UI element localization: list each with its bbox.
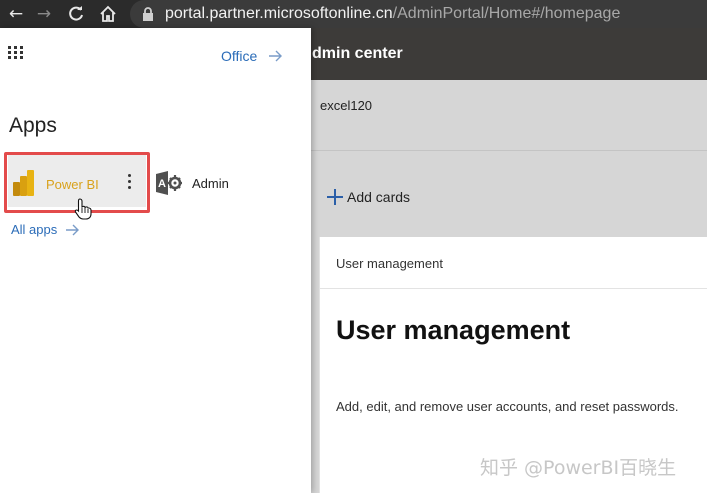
- card-header: User management: [336, 256, 443, 271]
- card-divider: [320, 288, 707, 289]
- app-label-power-bi: Power BI: [46, 177, 99, 192]
- org-name: excel120: [320, 98, 373, 113]
- arrow-right-icon: [269, 50, 283, 62]
- svg-text:A: A: [158, 178, 166, 190]
- all-apps-label: All apps: [11, 222, 58, 237]
- reload-icon[interactable]: [64, 3, 88, 25]
- app-launcher-panel: Office Apps Power BI A Admin All apps: [0, 28, 311, 493]
- lock-icon: [143, 7, 153, 21]
- back-arrow-icon[interactable]: ←: [4, 3, 28, 25]
- home-icon[interactable]: [96, 3, 120, 25]
- hand-cursor-icon: [74, 198, 92, 220]
- waffle-icon[interactable]: [8, 46, 24, 60]
- power-bi-icon: [13, 170, 34, 196]
- browser-toolbar: ← → portal.partner.microsoftonline.cn/Ad…: [0, 0, 707, 28]
- watermark: 知乎 @PowerBI百晓生: [480, 457, 677, 479]
- card-description: Add, edit, and remove user accounts, and…: [336, 399, 679, 414]
- all-apps-link[interactable]: All apps: [11, 222, 80, 237]
- admin-gear-icon: A: [156, 171, 182, 195]
- url-text[interactable]: portal.partner.microsoftonline.cn/AdminP…: [165, 3, 620, 25]
- more-options-icon[interactable]: [127, 173, 133, 191]
- divider: [311, 150, 707, 151]
- forward-arrow-icon[interactable]: →: [32, 3, 56, 25]
- office-link-label: Office: [221, 48, 258, 64]
- office-link[interactable]: Office: [221, 48, 283, 64]
- app-tile-admin[interactable]: A Admin: [156, 171, 229, 195]
- add-cards-label: Add cards: [347, 189, 411, 205]
- url-host: portal.partner.microsoftonline.cn: [165, 5, 393, 22]
- arrow-right-icon: [66, 224, 80, 235]
- app-label-admin: Admin: [192, 175, 229, 191]
- card-title: User management: [336, 315, 571, 345]
- url-path: /AdminPortal/Home#/homepage: [392, 5, 621, 22]
- apps-heading: Apps: [9, 114, 57, 137]
- admin-center-title: dmin center: [312, 45, 403, 62]
- plus-icon: [326, 188, 344, 206]
- add-cards-button[interactable]: Add cards: [326, 186, 410, 208]
